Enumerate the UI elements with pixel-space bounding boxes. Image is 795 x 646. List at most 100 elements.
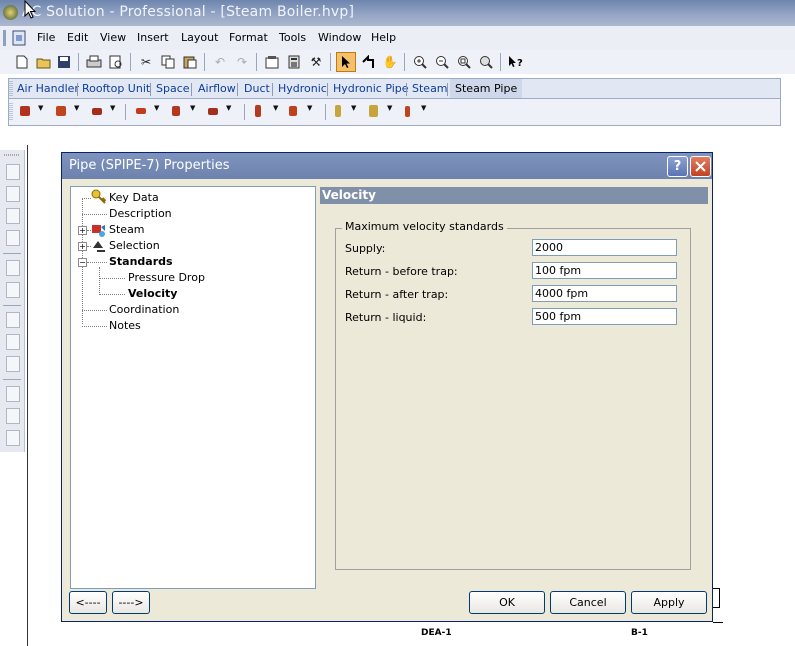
tab-steam-pipe[interactable]: Steam Pipe [450,79,523,99]
menu-edit[interactable]: Edit [67,31,88,44]
steam-coil-icon[interactable] [255,105,261,117]
tab-airflow[interactable]: Airflow [198,79,236,99]
calculator-icon[interactable] [284,52,304,72]
strip-tool-5-icon[interactable] [6,260,20,276]
expand-selection-toggle[interactable]: + [78,242,87,251]
window-titlebar[interactable]: AC Solution - Professional - [Steam Boil… [0,0,795,26]
connect-tool-icon[interactable] [358,52,378,72]
selection-icon [93,241,105,252]
help-button[interactable]: ? [667,156,688,177]
zoom-window-icon[interactable] [454,52,474,72]
paste-icon[interactable] [180,52,200,72]
menu-view[interactable]: View [100,31,126,44]
zoom-in-icon[interactable] [410,52,430,72]
strip-tool-12-icon[interactable] [6,430,20,446]
dialog-title: Pipe (SPIPE-7) Properties [69,158,230,173]
drawing-label-dea[interactable]: DEA-1 [421,628,452,638]
tab-hydronic[interactable]: Hydronic [278,79,327,99]
return-before-trap-input[interactable] [532,262,677,279]
document-menu-icon[interactable] [3,30,27,46]
properties-icon[interactable] [262,52,282,72]
print-preview-icon[interactable] [106,52,126,72]
collapse-standards-toggle[interactable]: − [78,258,87,267]
menu-help[interactable]: Help [371,31,396,44]
dialog-titlebar[interactable]: Pipe (SPIPE-7) Properties ? [62,153,712,179]
menu-window[interactable]: Window [318,31,361,44]
zoom-out-icon[interactable] [432,52,452,72]
copy-icon[interactable] [158,52,178,72]
strip-tool-11-icon[interactable] [6,408,20,424]
pipe-segment-icon[interactable] [335,105,341,117]
cut-icon[interactable]: ✂ [136,52,156,72]
tab-duct[interactable]: Duct [244,79,270,99]
drawing-label-boiler[interactable]: B-1 [631,628,648,638]
new-file-icon[interactable] [12,52,32,72]
tree-item-selection[interactable]: Selection [109,239,160,252]
cancel-button[interactable]: Cancel [550,591,626,614]
next-page-button[interactable]: ----> [112,591,150,614]
tree-item-velocity[interactable]: Velocity [128,287,177,300]
strip-tool-2-icon[interactable] [6,186,20,202]
tab-rooftop-unit[interactable]: Rooftop Unit [82,79,150,99]
previous-page-button[interactable]: <---- [69,591,107,614]
apply-button[interactable]: Apply [631,591,707,614]
steam-fitting-icon[interactable] [172,106,180,116]
pipe-end-icon[interactable] [405,106,410,117]
steam-trap-icon[interactable] [208,108,218,115]
context-help-icon[interactable]: ? [506,52,526,72]
print-icon[interactable] [84,52,104,72]
steam-boiler-icon[interactable] [20,106,30,116]
velocity-standards-group [335,228,691,570]
redo-icon[interactable]: ↷ [232,52,252,72]
select-pointer-icon[interactable] [336,52,356,72]
close-button[interactable] [690,156,711,177]
steam-pump-icon[interactable] [289,106,297,116]
strip-tool-8-icon[interactable] [6,334,20,350]
pan-hand-icon[interactable]: ✋ [380,52,400,72]
strip-tool-6-icon[interactable] [6,282,20,298]
undo-icon[interactable]: ↶ [210,52,230,72]
tree-item-notes[interactable]: Notes [109,319,141,332]
tab-air-handler[interactable]: Air Handler [17,79,79,99]
steam-header-icon[interactable] [56,106,66,116]
tree-item-pressure-drop[interactable]: Pressure Drop [128,271,205,284]
tree-item-steam[interactable]: Steam [109,223,145,236]
steam-icon [92,225,105,237]
tree-item-key-data[interactable]: Key Data [109,191,159,204]
save-icon[interactable] [54,52,74,72]
return-liquid-input[interactable] [532,308,677,325]
menu-insert[interactable]: Insert [137,31,169,44]
ok-button[interactable]: OK [469,591,545,614]
strip-tool-1-icon[interactable] [6,164,20,180]
tree-item-description[interactable]: Description [109,207,172,220]
tab-steam[interactable]: Steam [412,79,448,99]
supply-input[interactable] [532,239,677,256]
strip-tool-10-icon[interactable] [6,386,20,402]
pipe-reducer-icon[interactable] [369,105,378,117]
app-icon[interactable] [3,5,18,20]
tab-hydronic-pipe[interactable]: Hydronic Pipe [333,79,409,99]
strip-tool-7-icon[interactable] [6,312,20,328]
menu-layout[interactable]: Layout [181,31,218,44]
window-title: AC Solution - Professional - [Steam Boil… [22,4,355,20]
return-after-trap-input[interactable] [532,285,677,302]
group-label: Maximum velocity standards [342,220,507,233]
deaerator-icon[interactable] [92,108,102,115]
zoom-extents-icon[interactable] [476,52,496,72]
component-tabs: Air Handler Rooftop Unit Space Airflow D… [8,78,781,99]
steam-valve-icon[interactable] [136,108,146,114]
menu-tools[interactable]: Tools [279,31,306,44]
open-folder-icon[interactable] [34,52,54,72]
tree-item-standards[interactable]: Standards [109,255,173,268]
svg-text:?: ? [517,58,523,69]
strip-tool-4-icon[interactable] [6,230,20,246]
menu-format[interactable]: Format [229,31,268,44]
drawing-canvas-border [27,145,28,646]
strip-tool-9-icon[interactable] [6,356,20,372]
expand-steam-toggle[interactable]: + [78,226,87,235]
strip-tool-3-icon[interactable] [6,208,20,224]
menu-file[interactable]: File [37,31,55,44]
tree-item-coordination[interactable]: Coordination [109,303,179,316]
format-painter-icon[interactable]: ⚒ [306,52,326,72]
tab-space[interactable]: Space [156,79,190,99]
